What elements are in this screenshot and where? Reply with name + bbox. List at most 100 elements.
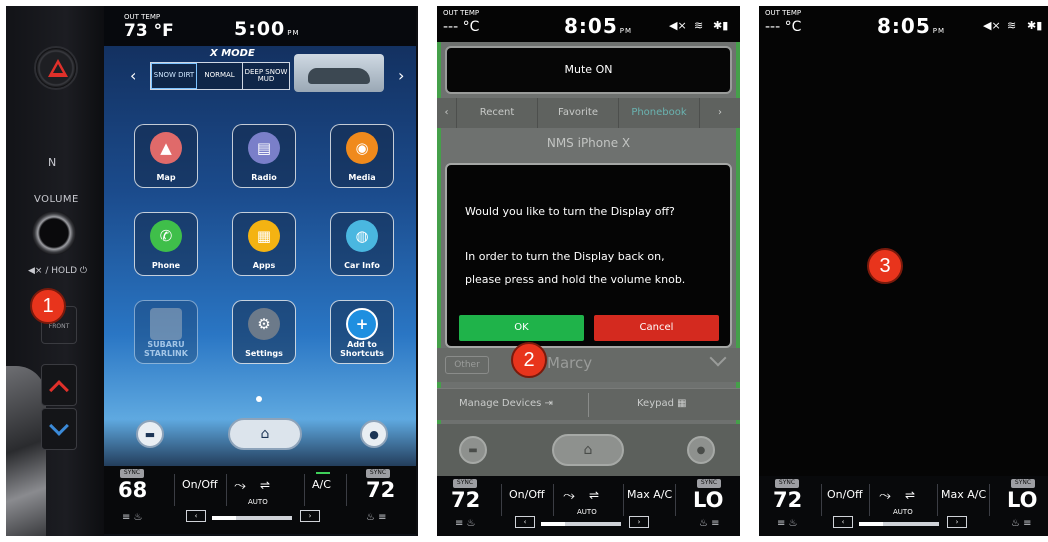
- home-button[interactable]: ⌂: [228, 418, 302, 450]
- fan-speed-bar[interactable]: [212, 516, 292, 520]
- fan-up-button[interactable]: ›: [629, 516, 649, 528]
- fan-speed-bar[interactable]: [859, 522, 939, 526]
- sync-badge-right: SYNC: [1011, 479, 1035, 488]
- profile-button[interactable]: ●: [687, 436, 715, 464]
- mute-icon: ◀×: [983, 19, 1001, 32]
- seat-heater-left-icon[interactable]: ≡ ♨: [122, 512, 143, 523]
- fan-down-button[interactable]: ‹: [186, 510, 206, 522]
- out-temp-label: OUT TEMP: [124, 13, 161, 21]
- vehicle-image: [294, 54, 384, 92]
- max-ac-button[interactable]: Max A/C: [941, 488, 986, 501]
- app-add-shortcuts[interactable]: + Add to Shortcuts: [330, 300, 394, 364]
- sync-badge-right: SYNC: [697, 479, 721, 488]
- right-temp[interactable]: LO: [1007, 488, 1038, 512]
- climate-bar: SYNC 72 On/Off ⤳ ⇌ AUTO Max A/C SYNC LO …: [437, 476, 740, 536]
- tab-favorite[interactable]: Favorite: [538, 98, 619, 128]
- recirculation-icon[interactable]: ⇌: [905, 488, 915, 502]
- fan-mode-icon[interactable]: ⤳: [879, 486, 891, 504]
- left-temp[interactable]: 72: [773, 488, 802, 512]
- status-bar: OUT TEMP --- °C 8:05 PM ◀× ≋ ✱▮: [437, 6, 740, 42]
- climate-on-off[interactable]: On/Off: [827, 488, 863, 501]
- out-temp-label: OUT TEMP: [443, 9, 480, 17]
- keypad-button[interactable]: Keypad ▦: [637, 398, 687, 409]
- app-apps[interactable]: ▦ Apps: [232, 212, 296, 276]
- sync-badge: SYNC: [453, 479, 477, 488]
- out-temp-value: 73 °F: [124, 21, 174, 41]
- climate-on-off[interactable]: On/Off: [182, 478, 218, 491]
- infotainment-home-photo: N VOLUME ◀× / HOLD ⏻ FRONT OUT TEMP 73 °…: [6, 6, 418, 536]
- cancel-button[interactable]: Cancel: [594, 315, 719, 341]
- tabs-prev-arrow-icon[interactable]: ‹: [437, 98, 457, 128]
- clock-time: 8:05: [877, 14, 931, 38]
- seat-heater-right-icon[interactable]: ♨ ≡: [1011, 518, 1032, 529]
- xmode-deep-snow-mud[interactable]: DEEP SNOW MUD: [243, 63, 289, 89]
- volume-knob[interactable]: [32, 211, 76, 255]
- app-label: SUBARU STARLINK: [144, 340, 188, 358]
- fan-down-button[interactable]: ‹: [515, 516, 535, 528]
- app-media[interactable]: ◉ Media: [330, 124, 394, 188]
- right-temp[interactable]: 72: [366, 478, 395, 502]
- fan-mode-icon[interactable]: ⤳: [234, 476, 246, 494]
- home-button[interactable]: ⌂: [552, 434, 624, 466]
- front-label: FRONT: [48, 323, 70, 330]
- hazard-button[interactable]: [34, 46, 78, 90]
- starlink-icon: [150, 308, 182, 340]
- left-temp[interactable]: 72: [451, 488, 480, 512]
- divider: [501, 484, 502, 516]
- seat-heater-right-icon[interactable]: ♨ ≡: [366, 512, 387, 523]
- chevron-down-icon[interactable]: [709, 349, 727, 367]
- map-icon: ▲: [150, 132, 182, 164]
- left-temp[interactable]: 68: [118, 478, 147, 502]
- app-settings[interactable]: ⚙ Settings: [232, 300, 296, 364]
- recirculation-icon[interactable]: ⇌: [260, 478, 270, 492]
- vehicle-button[interactable]: ▬: [459, 436, 487, 464]
- app-car-info[interactable]: ◍ Car Info: [330, 212, 394, 276]
- app-label: Car Info: [344, 260, 380, 270]
- contact-row[interactable]: Other Marcy: [437, 348, 740, 382]
- climate-on-off[interactable]: On/Off: [509, 488, 545, 501]
- chevron-down-icon: [49, 416, 69, 436]
- app-radio[interactable]: ▤ Radio: [232, 124, 296, 188]
- recirculation-icon[interactable]: ⇌: [589, 488, 599, 502]
- tabs-next-arrow-icon[interactable]: ›: [700, 98, 740, 128]
- ac-indicator: [316, 472, 330, 474]
- seat-heat-up-button[interactable]: [41, 364, 77, 406]
- fan-mode-icon[interactable]: ⤳: [563, 486, 575, 504]
- out-temp-label: OUT TEMP: [765, 9, 802, 17]
- divider: [588, 393, 589, 417]
- phone-icon: ✆: [150, 220, 182, 252]
- divider: [937, 484, 938, 516]
- vehicle-button[interactable]: ▬: [136, 420, 164, 448]
- seat-cool-down-button[interactable]: [41, 408, 77, 450]
- fan-up-button[interactable]: ›: [947, 516, 967, 528]
- ac-button[interactable]: A/C: [312, 478, 331, 491]
- seat-heater-right-icon[interactable]: ♨ ≡: [699, 518, 720, 529]
- device-name: NMS iPhone X: [546, 136, 631, 150]
- max-ac-button[interactable]: Max A/C: [627, 488, 672, 501]
- chevron-up-icon: [49, 380, 69, 400]
- seat-heater-left-icon[interactable]: ≡ ♨: [777, 518, 798, 529]
- xmode-normal[interactable]: NORMAL: [197, 63, 243, 89]
- fan-down-button[interactable]: ‹: [833, 516, 853, 528]
- xmode-prev-arrow-icon[interactable]: ‹: [130, 66, 136, 85]
- ok-button[interactable]: OK: [459, 315, 584, 341]
- fan-speed-bar[interactable]: [541, 522, 621, 526]
- dashboard-trim: [6, 366, 46, 536]
- car-icon: ▬: [468, 444, 478, 456]
- tab-phonebook[interactable]: Phonebook: [619, 98, 700, 128]
- status-bar: OUT TEMP 73 °F 5:00 PM: [104, 6, 416, 46]
- wifi-icon: ≋: [694, 19, 704, 32]
- divider: [675, 484, 676, 516]
- tab-recent[interactable]: Recent: [457, 98, 538, 128]
- fan-up-button[interactable]: ›: [300, 510, 320, 522]
- app-phone[interactable]: ✆ Phone: [134, 212, 198, 276]
- seat-heater-left-icon[interactable]: ≡ ♨: [455, 518, 476, 529]
- right-temp[interactable]: LO: [693, 488, 724, 512]
- xmode-next-arrow-icon[interactable]: ›: [398, 66, 404, 85]
- profile-button[interactable]: ●: [360, 420, 388, 448]
- xmode-snow-dirt[interactable]: SNOW DIRT: [151, 63, 197, 89]
- app-map[interactable]: ▲ Map: [134, 124, 198, 188]
- app-starlink[interactable]: SUBARU STARLINK: [134, 300, 198, 364]
- manage-devices-button[interactable]: Manage Devices ⇥: [459, 398, 553, 409]
- user-icon: ●: [696, 444, 706, 456]
